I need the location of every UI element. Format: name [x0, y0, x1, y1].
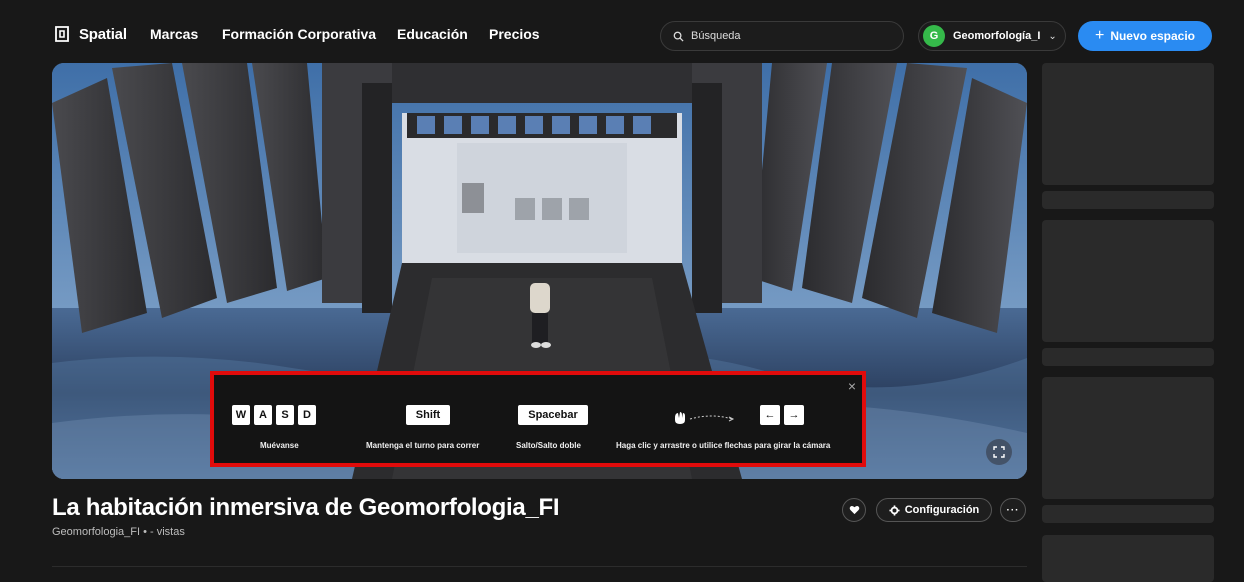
spatial-logo-icon	[55, 26, 69, 42]
top-nav: Spatial Marcas Formación Corporativa Edu…	[0, 0, 1244, 66]
drag-hand-icon	[675, 412, 735, 424]
new-space-button[interactable]: + Nuevo espacio	[1078, 21, 1212, 51]
label-camera: Haga clic y arrastre o utilice flechas p…	[616, 441, 831, 450]
label-move: Muévanse	[260, 441, 299, 450]
new-space-label: Nuevo espacio	[1110, 29, 1196, 43]
chevron-down-icon: ⌄	[1048, 30, 1057, 42]
key-s: S	[276, 405, 294, 425]
more-options-button[interactable]: ···	[1000, 498, 1026, 522]
search-input[interactable]	[691, 30, 891, 42]
label-run: Mantenga el turno para correr	[366, 441, 480, 450]
fullscreen-button[interactable]	[986, 439, 1012, 465]
user-name: Geomorfología_I	[953, 30, 1041, 42]
key-d: D	[298, 405, 316, 425]
space-3d-viewer[interactable]: × W A S D Muévanse Shift Mantenga el tur…	[52, 63, 1027, 479]
brand-name: Spatial	[79, 25, 127, 43]
search-icon	[673, 31, 684, 42]
key-a: A	[254, 405, 272, 425]
nav-link-marcas[interactable]: Marcas	[150, 26, 198, 42]
nav-link-precios[interactable]: Precios	[489, 26, 540, 42]
space-meta: Geomorfologia_FI • - vistas	[52, 526, 185, 538]
nav-link-educacion[interactable]: Educación	[397, 26, 468, 42]
settings-label: Configuración	[904, 504, 980, 516]
sidebar-card-placeholder	[1042, 377, 1214, 499]
gear-icon	[889, 504, 900, 516]
key-arrow-left: ←	[760, 405, 780, 425]
avatar: G	[923, 25, 945, 47]
user-menu[interactable]: G Geomorfología_I ⌄	[918, 21, 1066, 51]
key-spacebar: Spacebar	[518, 405, 588, 425]
brand-logo[interactable]: Spatial	[52, 24, 127, 44]
sidebar-card-placeholder	[1042, 535, 1214, 582]
close-icon[interactable]: ×	[848, 379, 856, 393]
heart-icon	[849, 505, 859, 515]
sidebar-card-placeholder	[1042, 220, 1214, 342]
sidebar-card-placeholder	[1042, 191, 1214, 209]
space-title: La habitación inmersiva de Geomorfologia…	[52, 494, 560, 521]
sidebar-card-placeholder	[1042, 348, 1214, 366]
divider	[52, 566, 1027, 567]
settings-button[interactable]: Configuración	[876, 498, 992, 522]
like-button[interactable]	[842, 498, 866, 522]
key-arrow-right: →	[784, 405, 804, 425]
sidebar-card-placeholder	[1042, 505, 1214, 523]
label-jump: Salto/Salto doble	[516, 441, 581, 450]
more-icon: ···	[1006, 504, 1020, 516]
key-shift: Shift	[406, 405, 450, 425]
fullscreen-icon	[993, 446, 1005, 458]
nav-link-formacion-corporativa[interactable]: Formación Corporativa	[222, 26, 376, 42]
sidebar-card-placeholder	[1042, 63, 1214, 185]
search-box[interactable]	[660, 21, 904, 51]
key-w: W	[232, 405, 250, 425]
controls-help-panel: × W A S D Muévanse Shift Mantenga el tur…	[210, 371, 866, 467]
plus-icon: +	[1094, 27, 1105, 44]
